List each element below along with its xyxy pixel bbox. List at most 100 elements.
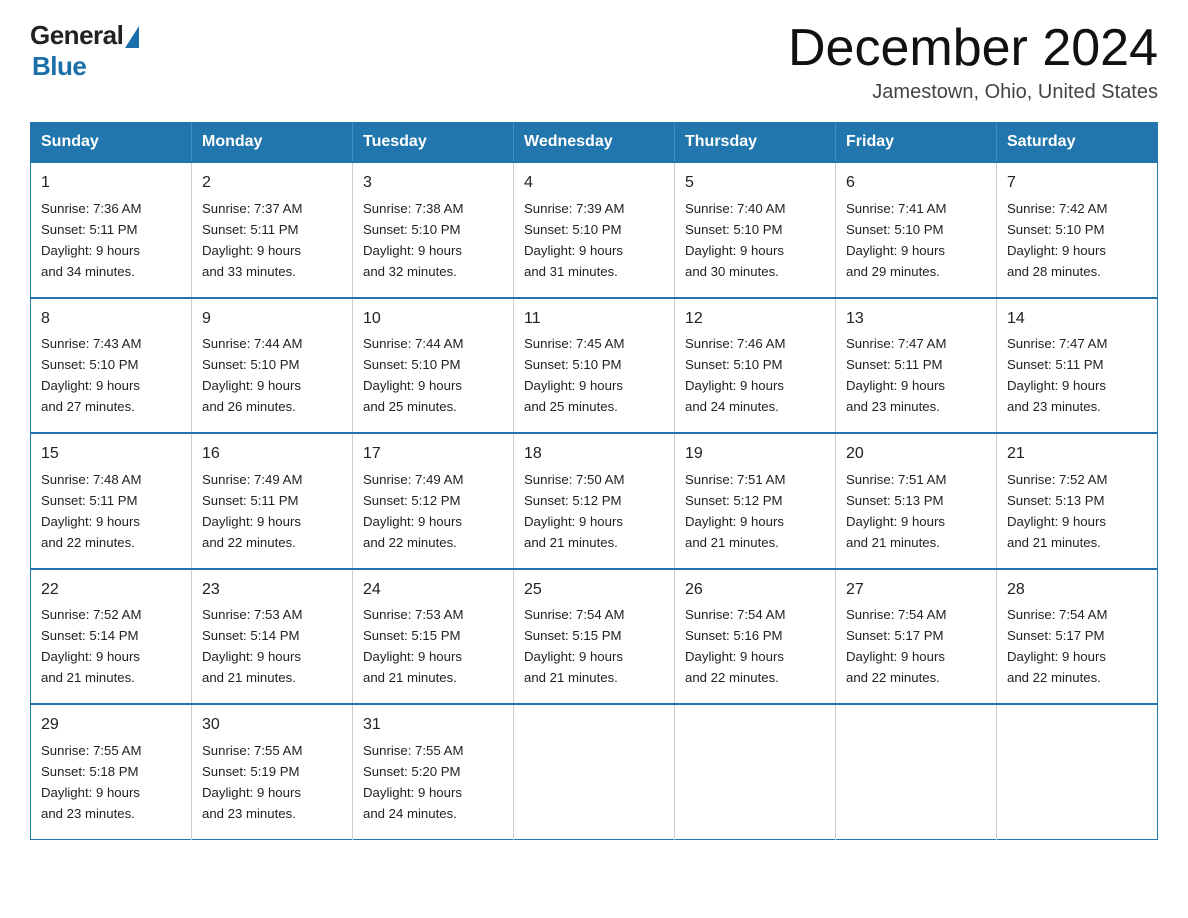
calendar-cell: 26 Sunrise: 7:54 AMSunset: 5:16 PMDaylig… xyxy=(675,569,836,704)
logo-blue-text: Blue xyxy=(32,51,86,82)
calendar-body: 1 Sunrise: 7:36 AMSunset: 5:11 PMDayligh… xyxy=(31,162,1158,839)
day-number: 2 xyxy=(202,171,342,196)
day-info: Sunrise: 7:48 AMSunset: 5:11 PMDaylight:… xyxy=(41,472,141,550)
calendar-cell: 17 Sunrise: 7:49 AMSunset: 5:12 PMDaylig… xyxy=(353,433,514,568)
calendar-cell: 29 Sunrise: 7:55 AMSunset: 5:18 PMDaylig… xyxy=(31,704,192,839)
day-number: 25 xyxy=(524,578,664,603)
day-info: Sunrise: 7:47 AMSunset: 5:11 PMDaylight:… xyxy=(846,336,946,414)
calendar-cell: 6 Sunrise: 7:41 AMSunset: 5:10 PMDayligh… xyxy=(836,162,997,297)
calendar-cell: 27 Sunrise: 7:54 AMSunset: 5:17 PMDaylig… xyxy=(836,569,997,704)
day-info: Sunrise: 7:47 AMSunset: 5:11 PMDaylight:… xyxy=(1007,336,1107,414)
calendar-cell: 2 Sunrise: 7:37 AMSunset: 5:11 PMDayligh… xyxy=(192,162,353,297)
day-info: Sunrise: 7:51 AMSunset: 5:13 PMDaylight:… xyxy=(846,472,946,550)
day-header-wednesday: Wednesday xyxy=(514,123,675,163)
day-info: Sunrise: 7:52 AMSunset: 5:14 PMDaylight:… xyxy=(41,607,141,685)
day-info: Sunrise: 7:44 AMSunset: 5:10 PMDaylight:… xyxy=(202,336,302,414)
calendar-cell: 8 Sunrise: 7:43 AMSunset: 5:10 PMDayligh… xyxy=(31,298,192,433)
day-info: Sunrise: 7:54 AMSunset: 5:17 PMDaylight:… xyxy=(846,607,946,685)
day-number: 23 xyxy=(202,578,342,603)
calendar-cell: 31 Sunrise: 7:55 AMSunset: 5:20 PMDaylig… xyxy=(353,704,514,839)
calendar-cell: 12 Sunrise: 7:46 AMSunset: 5:10 PMDaylig… xyxy=(675,298,836,433)
day-info: Sunrise: 7:36 AMSunset: 5:11 PMDaylight:… xyxy=(41,201,141,279)
day-number: 6 xyxy=(846,171,986,196)
calendar-cell: 22 Sunrise: 7:52 AMSunset: 5:14 PMDaylig… xyxy=(31,569,192,704)
day-info: Sunrise: 7:42 AMSunset: 5:10 PMDaylight:… xyxy=(1007,201,1107,279)
calendar-cell: 10 Sunrise: 7:44 AMSunset: 5:10 PMDaylig… xyxy=(353,298,514,433)
calendar-cell xyxy=(675,704,836,839)
calendar-cell: 28 Sunrise: 7:54 AMSunset: 5:17 PMDaylig… xyxy=(997,569,1158,704)
day-number: 21 xyxy=(1007,442,1147,467)
page-header: General Blue December 2024 Jamestown, Oh… xyxy=(30,20,1158,104)
day-header-monday: Monday xyxy=(192,123,353,163)
day-header-thursday: Thursday xyxy=(675,123,836,163)
calendar-cell xyxy=(836,704,997,839)
calendar-cell: 25 Sunrise: 7:54 AMSunset: 5:15 PMDaylig… xyxy=(514,569,675,704)
day-number: 31 xyxy=(363,713,503,738)
day-number: 27 xyxy=(846,578,986,603)
day-number: 22 xyxy=(41,578,181,603)
day-info: Sunrise: 7:52 AMSunset: 5:13 PMDaylight:… xyxy=(1007,472,1107,550)
day-number: 17 xyxy=(363,442,503,467)
day-info: Sunrise: 7:54 AMSunset: 5:16 PMDaylight:… xyxy=(685,607,785,685)
calendar-table: SundayMondayTuesdayWednesdayThursdayFrid… xyxy=(30,122,1158,839)
calendar-cell xyxy=(997,704,1158,839)
day-info: Sunrise: 7:49 AMSunset: 5:11 PMDaylight:… xyxy=(202,472,302,550)
day-info: Sunrise: 7:53 AMSunset: 5:14 PMDaylight:… xyxy=(202,607,302,685)
day-info: Sunrise: 7:44 AMSunset: 5:10 PMDaylight:… xyxy=(363,336,463,414)
calendar-cell: 5 Sunrise: 7:40 AMSunset: 5:10 PMDayligh… xyxy=(675,162,836,297)
day-number: 24 xyxy=(363,578,503,603)
calendar-cell: 21 Sunrise: 7:52 AMSunset: 5:13 PMDaylig… xyxy=(997,433,1158,568)
calendar-cell: 18 Sunrise: 7:50 AMSunset: 5:12 PMDaylig… xyxy=(514,433,675,568)
day-number: 7 xyxy=(1007,171,1147,196)
days-of-week-row: SundayMondayTuesdayWednesdayThursdayFrid… xyxy=(31,123,1158,163)
calendar-cell: 3 Sunrise: 7:38 AMSunset: 5:10 PMDayligh… xyxy=(353,162,514,297)
day-number: 20 xyxy=(846,442,986,467)
day-info: Sunrise: 7:45 AMSunset: 5:10 PMDaylight:… xyxy=(524,336,624,414)
day-info: Sunrise: 7:38 AMSunset: 5:10 PMDaylight:… xyxy=(363,201,463,279)
day-number: 13 xyxy=(846,307,986,332)
calendar-cell: 9 Sunrise: 7:44 AMSunset: 5:10 PMDayligh… xyxy=(192,298,353,433)
day-number: 29 xyxy=(41,713,181,738)
day-info: Sunrise: 7:41 AMSunset: 5:10 PMDaylight:… xyxy=(846,201,946,279)
day-info: Sunrise: 7:40 AMSunset: 5:10 PMDaylight:… xyxy=(685,201,785,279)
calendar-cell: 24 Sunrise: 7:53 AMSunset: 5:15 PMDaylig… xyxy=(353,569,514,704)
calendar-week-row: 15 Sunrise: 7:48 AMSunset: 5:11 PMDaylig… xyxy=(31,433,1158,568)
day-number: 12 xyxy=(685,307,825,332)
day-header-tuesday: Tuesday xyxy=(353,123,514,163)
calendar-header: SundayMondayTuesdayWednesdayThursdayFrid… xyxy=(31,123,1158,163)
day-number: 19 xyxy=(685,442,825,467)
logo-general-text: General xyxy=(30,20,123,51)
calendar-cell: 11 Sunrise: 7:45 AMSunset: 5:10 PMDaylig… xyxy=(514,298,675,433)
day-number: 30 xyxy=(202,713,342,738)
day-number: 15 xyxy=(41,442,181,467)
calendar-cell xyxy=(514,704,675,839)
day-number: 26 xyxy=(685,578,825,603)
logo-arrow-icon xyxy=(125,26,139,48)
calendar-cell: 1 Sunrise: 7:36 AMSunset: 5:11 PMDayligh… xyxy=(31,162,192,297)
day-number: 5 xyxy=(685,171,825,196)
day-number: 10 xyxy=(363,307,503,332)
day-info: Sunrise: 7:54 AMSunset: 5:17 PMDaylight:… xyxy=(1007,607,1107,685)
day-info: Sunrise: 7:54 AMSunset: 5:15 PMDaylight:… xyxy=(524,607,624,685)
calendar-cell: 20 Sunrise: 7:51 AMSunset: 5:13 PMDaylig… xyxy=(836,433,997,568)
day-info: Sunrise: 7:55 AMSunset: 5:20 PMDaylight:… xyxy=(363,743,463,821)
calendar-week-row: 29 Sunrise: 7:55 AMSunset: 5:18 PMDaylig… xyxy=(31,704,1158,839)
calendar-cell: 19 Sunrise: 7:51 AMSunset: 5:12 PMDaylig… xyxy=(675,433,836,568)
day-number: 8 xyxy=(41,307,181,332)
day-number: 11 xyxy=(524,307,664,332)
day-number: 3 xyxy=(363,171,503,196)
logo: General Blue xyxy=(30,20,139,82)
day-number: 1 xyxy=(41,171,181,196)
day-info: Sunrise: 7:46 AMSunset: 5:10 PMDaylight:… xyxy=(685,336,785,414)
calendar-week-row: 8 Sunrise: 7:43 AMSunset: 5:10 PMDayligh… xyxy=(31,298,1158,433)
day-info: Sunrise: 7:50 AMSunset: 5:12 PMDaylight:… xyxy=(524,472,624,550)
header-right: December 2024 Jamestown, Ohio, United St… xyxy=(788,20,1158,104)
day-number: 18 xyxy=(524,442,664,467)
day-info: Sunrise: 7:55 AMSunset: 5:18 PMDaylight:… xyxy=(41,743,141,821)
location-text: Jamestown, Ohio, United States xyxy=(788,81,1158,104)
calendar-cell: 13 Sunrise: 7:47 AMSunset: 5:11 PMDaylig… xyxy=(836,298,997,433)
calendar-cell: 14 Sunrise: 7:47 AMSunset: 5:11 PMDaylig… xyxy=(997,298,1158,433)
calendar-cell: 7 Sunrise: 7:42 AMSunset: 5:10 PMDayligh… xyxy=(997,162,1158,297)
day-number: 4 xyxy=(524,171,664,196)
day-number: 28 xyxy=(1007,578,1147,603)
